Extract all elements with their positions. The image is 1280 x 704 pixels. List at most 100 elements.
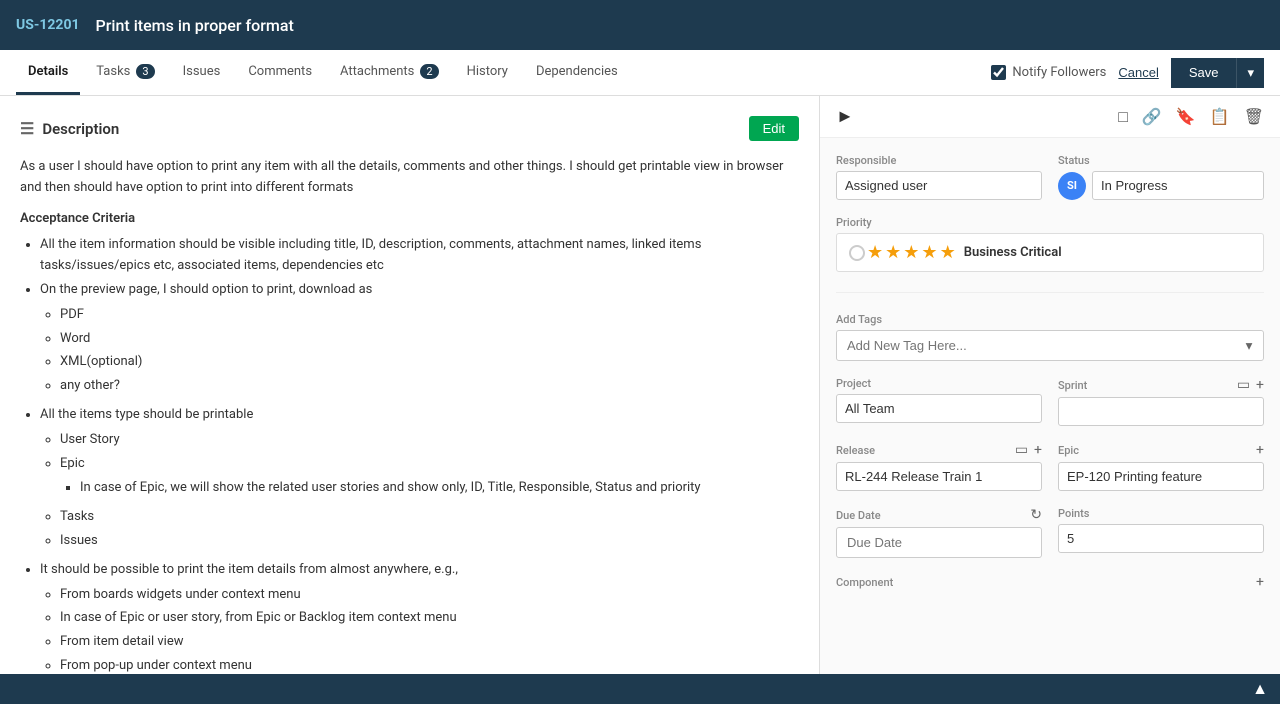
sprint-group: Sprint ▭ + [1058,377,1264,426]
list-item: PDF [60,305,799,326]
points-select[interactable]: 5 1 2 3 8 13 [1058,524,1264,553]
notify-checkbox[interactable] [991,65,1006,80]
sub-list: PDF Word XML(optional) any other? [40,305,799,397]
project-sprint-row: Project All Team Sprint ▭ + [836,377,1264,426]
sprint-add-icon[interactable]: + [1256,377,1264,393]
tab-bar: Details Tasks 3 Issues Comments Attachme… [0,50,1280,96]
star-4: ★ [921,242,937,263]
cancel-button[interactable]: Cancel [1118,65,1158,80]
issue-id: US-12201 [16,17,80,33]
due-date-group: Due Date ↻ [836,507,1042,558]
epic-select-wrapper: EP-120 Printing feature [1058,462,1264,491]
release-copy-icon[interactable]: ▭ [1015,442,1028,458]
release-add-icon[interactable]: + [1034,442,1042,458]
save-dropdown-button[interactable]: ▾ [1237,58,1264,88]
list-item: Epic In case of Epic, we will show the r… [60,454,799,500]
delete-icon[interactable]: 🗑 [1244,107,1264,127]
list-item: From boards widgets under context menu [60,585,799,606]
epic-select[interactable]: EP-120 Printing feature [1058,462,1264,491]
save-button[interactable]: Save [1171,58,1238,88]
bottom-nav-icon[interactable]: ▲ [1252,679,1268,699]
list-item: On the preview page, I should option to … [40,280,799,397]
notify-followers-label[interactable]: Notify Followers [991,65,1106,80]
due-date-input[interactable] [836,527,1042,558]
tab-tasks[interactable]: Tasks 3 [84,50,166,95]
component-row: Component + [836,574,1264,590]
fullscreen-icon[interactable]: □ [1118,107,1128,127]
tab-attachments-badge: 2 [420,64,438,79]
tabs-container: Details Tasks 3 Issues Comments Attachme… [16,50,630,95]
save-group: Save ▾ [1171,58,1264,88]
release-select[interactable]: RL-244 Release Train 1 [836,462,1042,491]
sprint-label-row: Sprint ▭ + [1058,377,1264,393]
tab-issues-label: Issues [183,64,221,79]
tab-actions: Notify Followers Cancel Save ▾ [991,58,1264,88]
tab-attachments-label: Attachments [340,64,414,79]
sprint-select[interactable] [1058,397,1264,426]
tab-history[interactable]: History [455,50,520,95]
due-date-refresh-icon[interactable]: ↻ [1030,507,1042,523]
tab-dependencies-label: Dependencies [536,64,618,79]
release-label: Release [836,444,875,457]
list-item: XML(optional) [60,352,799,373]
right-content: Responsible Assigned user Status SI [820,138,1280,606]
notify-followers-text: Notify Followers [1012,65,1106,80]
bookmark-icon[interactable]: 🔖 [1176,107,1196,127]
release-icons: ▭ + [1015,442,1042,458]
tab-attachments[interactable]: Attachments 2 [328,50,451,95]
acceptance-criteria-title: Acceptance Criteria [20,209,799,230]
epic-label: Epic [1058,444,1079,457]
sprint-copy-icon[interactable]: ▭ [1237,377,1250,393]
list-item: Tasks [60,507,799,528]
responsible-select[interactable]: Assigned user [836,171,1042,200]
due-date-label: Due Date [836,509,881,522]
list-item: From pop-up under context menu [60,656,799,674]
collapse-icon[interactable]: ► [836,106,854,127]
priority-empty-icon [849,245,865,261]
release-label-row: Release ▭ + [836,442,1042,458]
right-panel: ► □ 🔗 🔖 📋 🗑 Responsible Assi [820,96,1280,674]
list-item: It should be possible to print the item … [40,560,799,674]
list-item: Word [60,329,799,350]
status-select-wrapper: In Progress To Do Done Blocked [1092,171,1264,200]
project-select[interactable]: All Team [836,394,1042,423]
edit-button[interactable]: Edit [749,116,799,141]
star-3: ★ [903,242,919,263]
left-panel: ☰ Description Edit As a user I should ha… [0,96,820,674]
due-label-row: Due Date ↻ [836,507,1042,523]
tab-issues[interactable]: Issues [171,50,233,95]
tags-input[interactable] [836,330,1264,361]
tab-details[interactable]: Details [16,50,80,95]
epic-add-icon[interactable]: + [1256,442,1264,458]
avatar: SI [1058,172,1086,200]
tab-dependencies[interactable]: Dependencies [524,50,630,95]
responsible-select-wrapper: Assigned user [836,171,1042,200]
acceptance-criteria-list: All the item information should be visib… [20,235,799,674]
project-label: Project [836,377,1042,390]
status-select[interactable]: In Progress To Do Done Blocked [1092,171,1264,200]
tab-tasks-label: Tasks [96,64,130,79]
list-item: In case of Epic or user story, from Epic… [60,608,799,629]
points-group: Points 5 1 2 3 8 13 [1058,507,1264,558]
tags-label: Add Tags [836,313,1264,326]
project-select-wrapper: All Team [836,394,1042,423]
list-item: All the items type should be printable U… [40,405,799,552]
list-item: In case of Epic, we will show the relate… [80,478,799,499]
responsible-status-row: Responsible Assigned user Status SI [836,154,1264,200]
star-2: ★ [885,242,901,263]
tab-comments[interactable]: Comments [236,50,324,95]
sub-list: From boards widgets under context menu I… [40,585,799,674]
sub-list: User Story Epic In case of Epic, we will… [40,430,799,552]
star-5: ★ [940,242,956,263]
epic-group: Epic + EP-120 Printing feature [1058,442,1264,491]
component-add-icon[interactable]: + [1256,574,1264,590]
sprint-label: Sprint [1058,379,1087,392]
points-label: Points [1058,507,1264,520]
tab-comments-label: Comments [248,64,312,79]
star-1: ★ [867,242,883,263]
link-icon[interactable]: 🔗 [1142,107,1162,127]
tags-dropdown-button[interactable]: ▾ [1234,330,1264,361]
toolbar-icons: □ 🔗 🔖 📋 🗑 [1118,107,1264,127]
copy-icon[interactable]: 📋 [1210,107,1230,127]
description-body: As a user I should have option to print … [20,157,799,199]
